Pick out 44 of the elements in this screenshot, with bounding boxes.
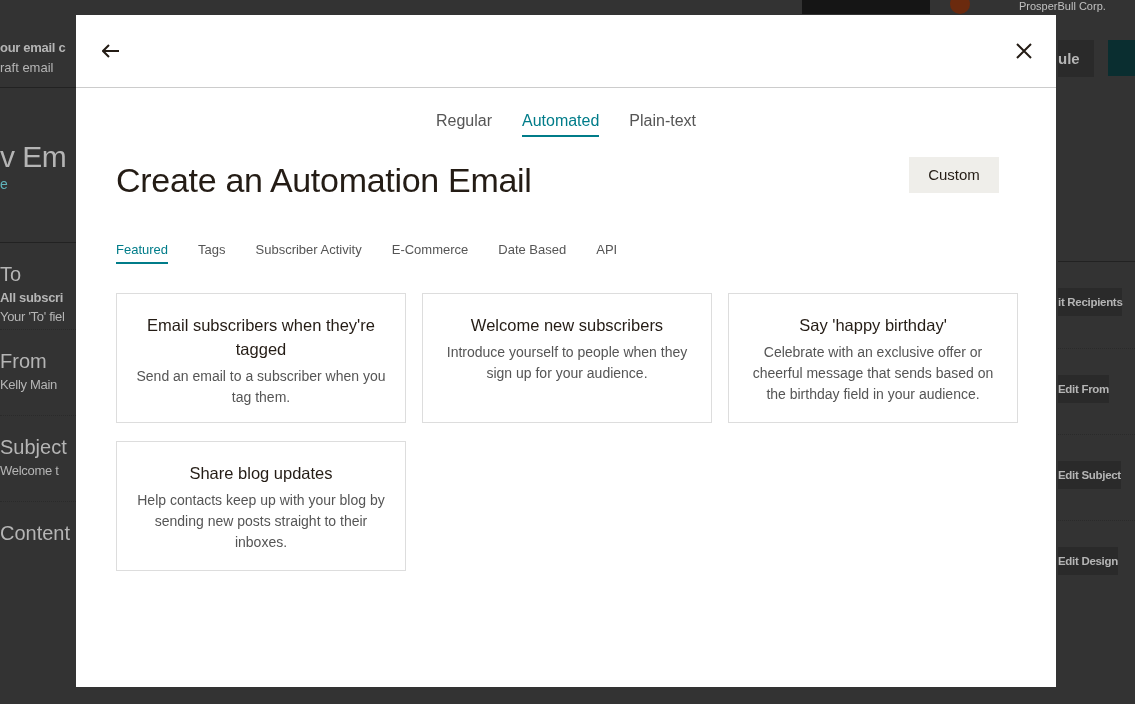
- schedule-button[interactable]: ule: [1058, 40, 1094, 77]
- close-icon[interactable]: [1016, 43, 1032, 59]
- page-header-subtitle: raft email: [0, 60, 55, 75]
- section-label: From: [0, 350, 48, 373]
- automation-card[interactable]: Email subscribers when they're tagged Send an email to a subscriber when you tag them.: [116, 293, 406, 423]
- section-label: Content: [0, 522, 72, 545]
- card-title: Share blog updates: [188, 463, 334, 484]
- automation-card[interactable]: Say 'happy birthday' Celebrate with an exclusive offer or cheerful message that sends based on the birthday field in your audience.: [728, 293, 1018, 423]
- edit-button[interactable]: Edit Subject: [1058, 461, 1121, 489]
- category-tab[interactable]: Featured: [116, 242, 169, 264]
- card-description: Introduce yourself to people when they sign up for your audience.: [445, 343, 689, 383]
- avatar-icon[interactable]: [950, 0, 970, 14]
- page-link[interactable]: e: [0, 176, 76, 192]
- email-type-tab[interactable]: Regular: [435, 112, 492, 137]
- edit-button[interactable]: it Recipients: [1058, 288, 1123, 316]
- section-value: All subscri: [0, 290, 65, 305]
- modal-title: Create an Automation Email: [116, 161, 532, 200]
- category-tab[interactable]: E-Commerce: [391, 242, 469, 264]
- card-description: Help contacts keep up with your blog by sending new posts straight to their inboxes.: [136, 491, 386, 552]
- page-heading: v Em: [0, 140, 68, 174]
- section-label: Subject: [0, 436, 68, 459]
- category-tab[interactable]: Subscriber Activity: [255, 242, 362, 264]
- section-value: Kelly Main: [0, 377, 58, 392]
- card-title: Email subscribers when they're tagged: [146, 315, 376, 360]
- section-note: Your 'To' fiel: [0, 309, 66, 324]
- page-header-title: our email c: [0, 40, 67, 55]
- email-type-tab[interactable]: Plain-text: [629, 112, 697, 137]
- account-name[interactable]: ProsperBull Corp.: [1019, 0, 1106, 12]
- section-label: To: [0, 263, 23, 286]
- automation-card[interactable]: Welcome new subscribers Introduce yourself to people when they sign up for your audience.: [422, 293, 712, 423]
- automation-card[interactable]: Share blog updates Help contacts keep up with your blog by sending new posts straight to their inboxes.: [116, 441, 406, 571]
- category-tab[interactable]: API: [596, 242, 618, 264]
- card-description: Celebrate with an exclusive offer or cheerful message that sends based on the birthday field in your audience.: [751, 343, 995, 404]
- email-type-tab[interactable]: Automated: [521, 112, 600, 137]
- card-description: Send an email to a subscriber when you tag them.: [135, 367, 387, 407]
- edit-button[interactable]: Edit From: [1058, 375, 1109, 403]
- card-title: Welcome new subscribers: [469, 315, 665, 336]
- edit-button[interactable]: Edit Design: [1058, 547, 1118, 575]
- section-value: Welcome t: [0, 463, 60, 478]
- back-arrow-icon[interactable]: [102, 44, 120, 58]
- category-tab[interactable]: Tags: [198, 242, 226, 264]
- custom-button[interactable]: Custom: [909, 156, 999, 193]
- category-tab[interactable]: Date Based: [498, 242, 567, 264]
- card-title: Say 'happy birthday': [798, 315, 948, 336]
